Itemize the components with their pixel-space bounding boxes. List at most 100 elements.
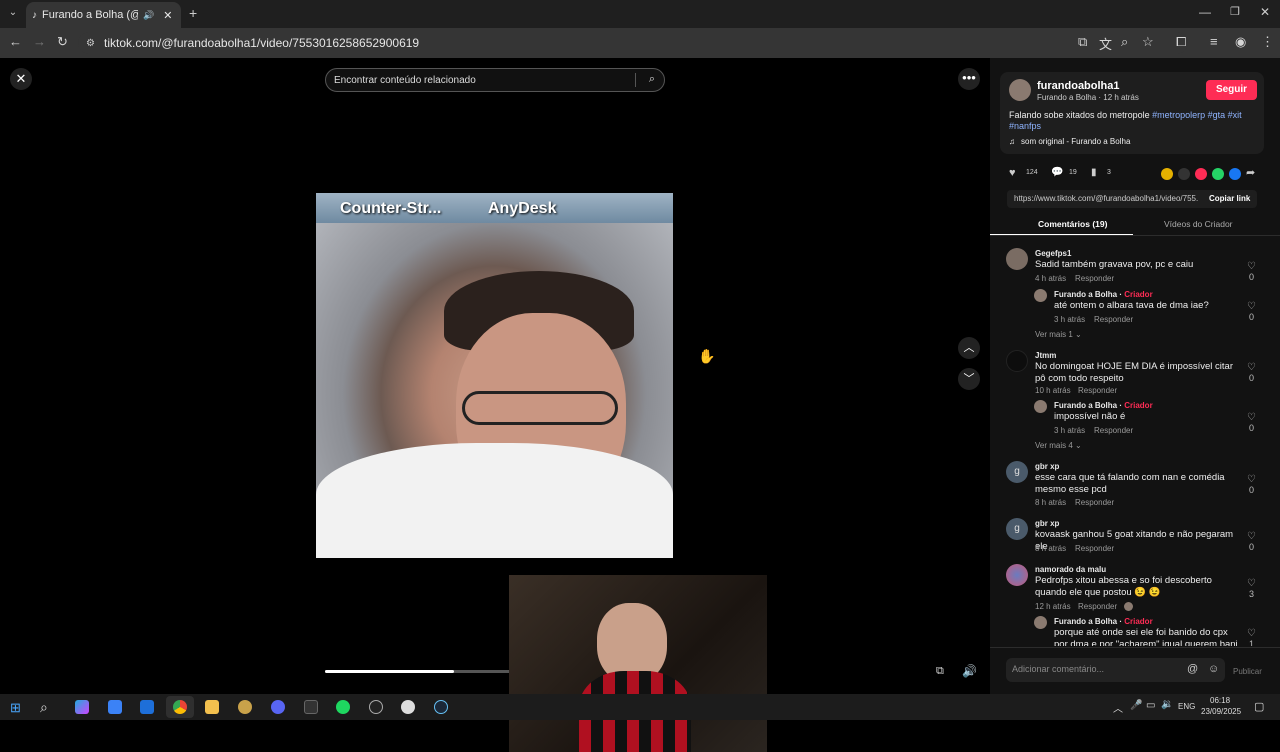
back-icon[interactable]: ← bbox=[9, 34, 22, 49]
forward-icon[interactable]: → bbox=[33, 34, 46, 49]
clock-time[interactable]: 06:18 bbox=[1210, 696, 1230, 705]
network-icon[interactable]: ▭ bbox=[1146, 700, 1155, 711]
outlook-icon[interactable] bbox=[140, 700, 154, 714]
media-icon[interactable]: ≡ bbox=[1210, 34, 1218, 49]
extensions-icon[interactable]: ⧠ bbox=[1176, 34, 1186, 50]
avatar[interactable]: g bbox=[1006, 461, 1028, 483]
avatar[interactable] bbox=[1034, 289, 1047, 302]
profile-icon[interactable]: ◉ bbox=[1235, 34, 1246, 50]
search-taskbar-icon[interactable]: ⌕ bbox=[40, 699, 48, 716]
store-icon[interactable] bbox=[108, 700, 122, 714]
more-options-button[interactable]: ••• bbox=[958, 68, 980, 90]
volume-icon[interactable]: 🔊 bbox=[962, 664, 977, 678]
like-icon[interactable]: ♥ bbox=[1009, 167, 1016, 179]
reply-button[interactable]: Responder bbox=[1075, 274, 1114, 283]
comment-author[interactable]: gbr xp bbox=[1035, 462, 1059, 471]
comment-author[interactable]: namorado da malu bbox=[1035, 565, 1106, 574]
author-avatar[interactable] bbox=[1009, 79, 1031, 101]
reply-button[interactable]: Responder bbox=[1094, 426, 1133, 435]
volume-tray-icon[interactable]: 🔉 bbox=[1161, 699, 1173, 710]
language-indicator[interactable]: ENG bbox=[1178, 702, 1195, 711]
obs-icon[interactable] bbox=[369, 700, 383, 714]
reply-button[interactable]: Responder bbox=[1075, 498, 1114, 507]
share-gold-icon[interactable] bbox=[1161, 168, 1173, 180]
heart-icon[interactable]: ♡ bbox=[1247, 628, 1256, 639]
previous-video-button[interactable]: ︿ bbox=[958, 337, 980, 359]
avatar[interactable] bbox=[1006, 248, 1028, 270]
heart-icon[interactable]: ♡ bbox=[1247, 412, 1256, 423]
heart-icon[interactable]: ♡ bbox=[1247, 531, 1256, 542]
heart-icon[interactable]: ♡ bbox=[1247, 261, 1256, 272]
chrome-icon[interactable] bbox=[173, 700, 187, 714]
reply-button[interactable]: Responder bbox=[1094, 315, 1133, 324]
share-arrow-icon[interactable]: ➦ bbox=[1246, 166, 1255, 179]
minimize-button[interactable]: — bbox=[1199, 5, 1211, 19]
tray-chevron-icon[interactable]: ︿ bbox=[1113, 700, 1123, 715]
comment-icon[interactable]: 💬 bbox=[1051, 167, 1063, 178]
clock-date[interactable]: 23/09/2025 bbox=[1201, 707, 1241, 716]
creator-name[interactable]: Furando a Bolha bbox=[1054, 401, 1117, 410]
heart-icon[interactable]: ♡ bbox=[1247, 301, 1256, 312]
close-video-button[interactable]: ✕ bbox=[10, 68, 32, 90]
pip-icon[interactable]: ⧉ bbox=[936, 665, 944, 678]
heart-icon[interactable]: ♡ bbox=[1247, 474, 1256, 485]
speaker-icon[interactable]: 🔊 bbox=[143, 10, 154, 21]
whatsapp-icon[interactable] bbox=[1212, 168, 1224, 180]
menu-icon[interactable]: ⋮ bbox=[1261, 34, 1274, 50]
mention-icon[interactable]: @ bbox=[1187, 663, 1198, 675]
file-explorer-icon[interactable] bbox=[205, 700, 219, 714]
translate-icon[interactable]: 文 bbox=[1099, 34, 1112, 53]
tab-close-icon[interactable]: ✕ bbox=[163, 9, 172, 22]
avatar[interactable]: g bbox=[1006, 518, 1028, 540]
avatar[interactable] bbox=[1034, 400, 1047, 413]
notification-icon[interactable]: ▢ bbox=[1254, 700, 1264, 713]
related-search-input[interactable]: Encontrar conteúdo relacionado ⌕ bbox=[325, 68, 665, 92]
comment-author[interactable]: gbr xp bbox=[1035, 519, 1059, 528]
avatar[interactable] bbox=[1006, 350, 1028, 372]
spotify-icon[interactable] bbox=[336, 700, 350, 714]
search-icon[interactable]: ⌕ bbox=[649, 73, 655, 86]
follow-button[interactable]: Seguir bbox=[1206, 80, 1257, 100]
microphone-icon[interactable]: 🎤 bbox=[1130, 700, 1142, 711]
heart-icon[interactable]: ♡ bbox=[1247, 362, 1256, 373]
next-video-button[interactable]: ﹀ bbox=[958, 368, 980, 390]
publish-button[interactable]: Publicar bbox=[1233, 667, 1262, 676]
restore-button[interactable]: ❐ bbox=[1230, 5, 1240, 18]
close-window-button[interactable]: ✕ bbox=[1260, 5, 1270, 19]
bookmark-star-icon[interactable]: ☆ bbox=[1142, 34, 1154, 50]
copilot-icon[interactable] bbox=[75, 700, 89, 714]
author-handle[interactable]: furandoabolha1 bbox=[1037, 80, 1120, 92]
reply-button[interactable]: Responder bbox=[1078, 602, 1117, 611]
tab-creator-videos[interactable]: Vídeos do Criador bbox=[1164, 219, 1233, 229]
address-bar[interactable]: ⚙ tiktok.com/@furandoabolha1/video/75530… bbox=[78, 32, 1188, 54]
avatar[interactable] bbox=[1034, 616, 1047, 629]
site-info-icon[interactable]: ⚙ bbox=[86, 38, 95, 49]
comment-author[interactable]: Jtmm bbox=[1035, 351, 1056, 360]
facebook-icon[interactable] bbox=[1229, 168, 1241, 180]
save-icon[interactable]: ▮ bbox=[1091, 167, 1097, 178]
creator-name[interactable]: Furando a Bolha bbox=[1054, 617, 1117, 626]
browser-tab[interactable]: ♪ Furando a Bolha (@furando 🔊 ✕ bbox=[26, 2, 181, 28]
send-icon[interactable] bbox=[1195, 168, 1207, 180]
reply-button[interactable]: Responder bbox=[1075, 544, 1114, 553]
embed-icon[interactable] bbox=[1178, 168, 1190, 180]
discord-icon[interactable] bbox=[271, 700, 285, 714]
terminal-icon[interactable] bbox=[304, 700, 318, 714]
new-tab-button[interactable]: + bbox=[189, 5, 197, 21]
tab-search-button[interactable]: ⌄ bbox=[6, 7, 20, 21]
reload-icon[interactable]: ↻ bbox=[57, 34, 68, 50]
steam-icon[interactable] bbox=[434, 700, 448, 714]
cast-icon[interactable]: ⧉ bbox=[1078, 34, 1087, 50]
avatar[interactable] bbox=[1006, 564, 1028, 586]
start-icon[interactable]: ⊞ bbox=[10, 700, 21, 716]
zoom-icon[interactable]: ⌕ bbox=[1121, 34, 1128, 50]
emoji-icon[interactable]: ☺ bbox=[1208, 663, 1219, 675]
comment-author[interactable]: Gegefps1 bbox=[1035, 249, 1071, 258]
tab-comments[interactable]: Comentários (19) bbox=[1038, 219, 1107, 229]
heart-icon[interactable]: ♡ bbox=[1247, 578, 1256, 589]
app-shield-icon[interactable] bbox=[401, 700, 415, 714]
reply-button[interactable]: Responder bbox=[1078, 386, 1117, 395]
app-icon[interactable] bbox=[238, 700, 252, 714]
add-comment-input[interactable]: Adicionar comentário... @ ☺ bbox=[1006, 658, 1225, 682]
view-more-replies[interactable]: Ver mais 4 ⌄ bbox=[1035, 441, 1082, 450]
